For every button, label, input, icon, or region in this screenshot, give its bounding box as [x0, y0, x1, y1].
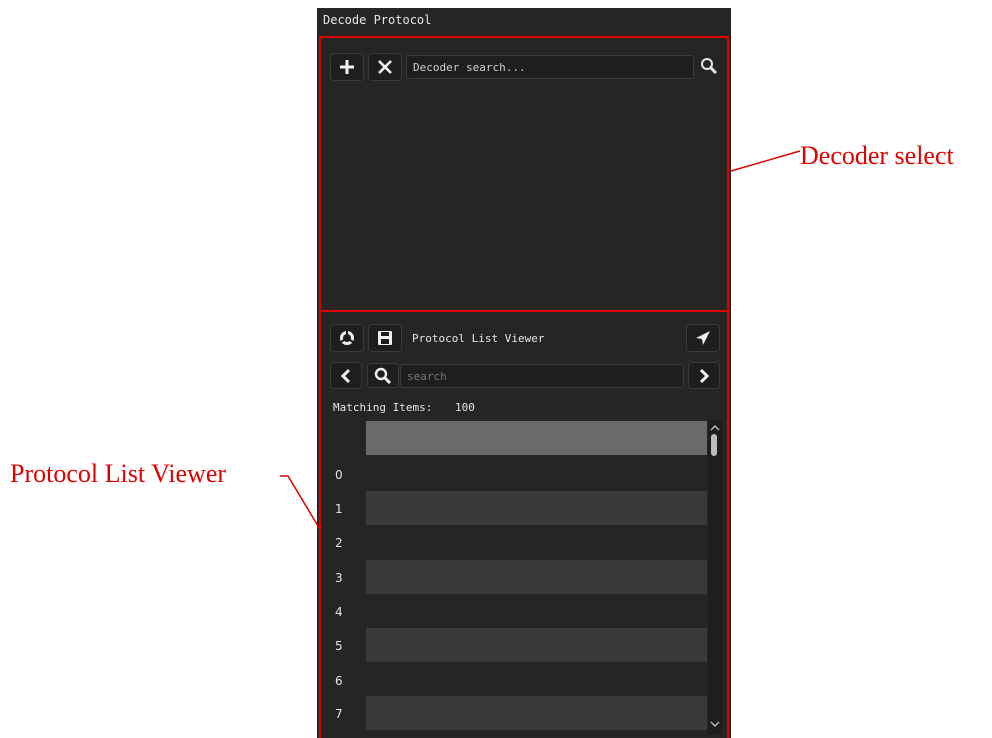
protocol-list-viewer-callout: Protocol List Viewer [10, 459, 227, 488]
protocol-list-region [319, 310, 729, 738]
decoder-select-callout: Decoder select [800, 141, 954, 170]
dock-title: Decode Protocol [317, 8, 731, 33]
decoder-select-region [319, 36, 729, 310]
